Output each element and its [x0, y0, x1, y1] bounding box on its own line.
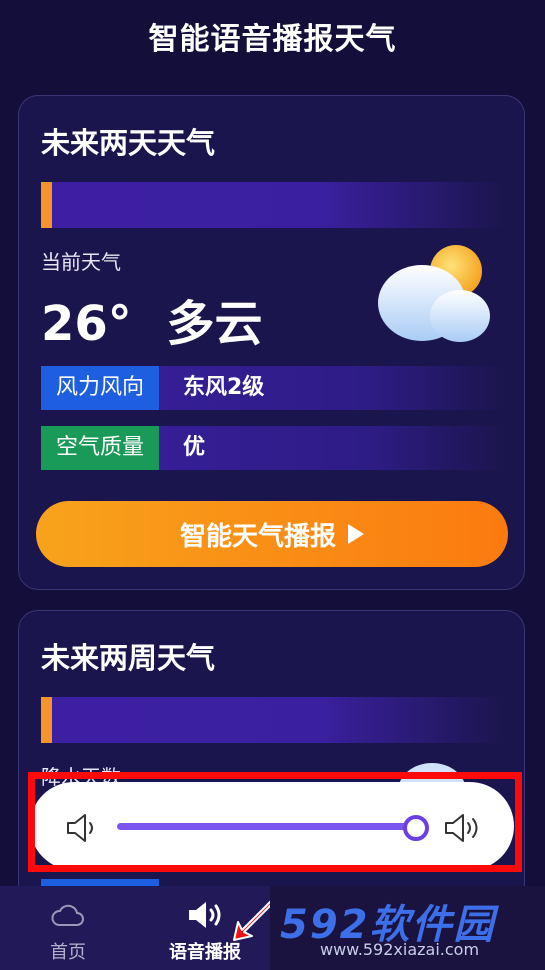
cloud-icon — [51, 904, 84, 926]
partly-cloudy-icon — [378, 245, 490, 342]
temperature: 26° — [41, 296, 132, 352]
watermark-url: www.592xiazai.com — [320, 940, 480, 959]
current-weather-label: 当前天气 — [41, 250, 121, 274]
accent-strip — [41, 697, 505, 743]
current-weather-value: 26° 多云 — [41, 284, 263, 354]
broadcast-label: 智能天气播报 — [179, 521, 336, 552]
air-quality-value: 优 — [183, 435, 206, 460]
wind-label: 风力风向 — [41, 366, 159, 410]
wind-value: 东风2级 — [183, 375, 265, 400]
nav-item-home[interactable]: 首页 — [18, 886, 118, 970]
card-title: 未来两天天气 — [41, 126, 216, 160]
highlight-box — [28, 772, 522, 872]
page-title: 智能语音播报天气 — [148, 22, 397, 57]
smart-broadcast-button[interactable]: 智能天气播报 — [36, 501, 508, 567]
air-quality-row: 空气质量 优 — [41, 426, 505, 470]
card-title: 未来两周天气 — [41, 641, 216, 675]
air-quality-label: 空气质量 — [41, 426, 159, 470]
condition: 多云 — [166, 296, 263, 352]
two-day-weather-card: 未来两天天气 当前天气 26° 多云 风力风向 东风2级 空气质量 优 智能天气… — [18, 95, 525, 590]
accent-strip — [41, 182, 505, 228]
nav-label-home: 首页 — [50, 942, 86, 963]
watermark: 592软件园 www.592xiazai.com — [270, 886, 545, 970]
speaker-icon — [189, 902, 221, 928]
wind-row: 风力风向 东风2级 — [41, 366, 505, 410]
play-icon — [348, 524, 364, 544]
